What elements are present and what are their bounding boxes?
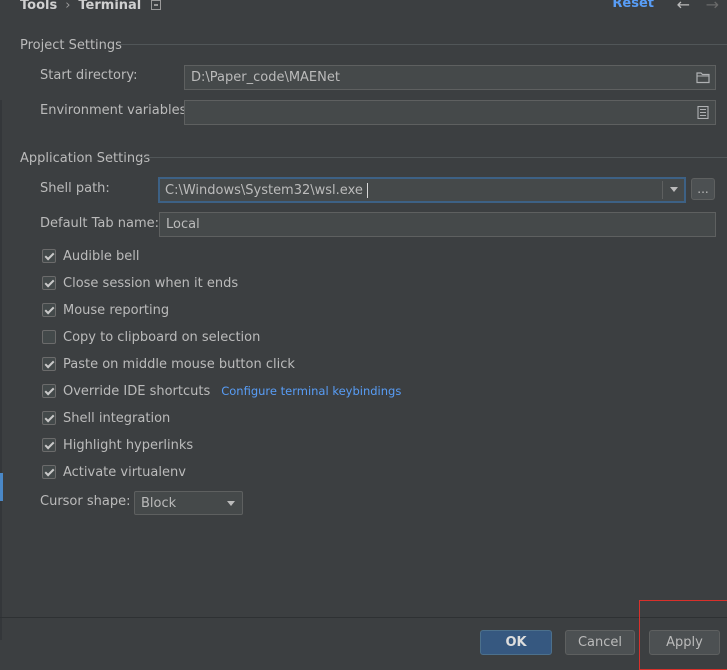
- default-tab-value: Local: [166, 217, 200, 232]
- forward-arrow-icon[interactable]: →: [706, 0, 719, 14]
- checkbox-icon[interactable]: [42, 357, 56, 371]
- cancel-button[interactable]: Cancel: [565, 630, 635, 655]
- checkbox-icon[interactable]: [42, 411, 56, 425]
- checkbox-label: Shell integration: [63, 410, 171, 426]
- checkbox-label: Audible bell: [63, 248, 140, 264]
- edit-list-icon[interactable]: [696, 106, 710, 119]
- browse-button[interactable]: ...: [691, 178, 715, 200]
- checkbox-override-ide-shortcuts[interactable]: Override IDE shortcuts Configure termina…: [42, 382, 401, 400]
- checkbox-label: Copy to clipboard on selection: [63, 329, 261, 345]
- highlight-annotation-box: [639, 600, 727, 670]
- checkbox-icon[interactable]: [42, 303, 56, 317]
- ok-button[interactable]: OK: [480, 630, 552, 655]
- checkbox-highlight-hyperlinks[interactable]: Highlight hyperlinks: [42, 436, 193, 454]
- breadcrumb: Tools › Terminal: [20, 0, 162, 14]
- combobox-divider: [662, 181, 663, 199]
- chevron-down-icon[interactable]: [227, 501, 235, 506]
- checkbox-close-session[interactable]: Close session when it ends: [42, 274, 238, 292]
- checkbox-icon[interactable]: [42, 276, 56, 290]
- settings-tree-edge: [0, 100, 2, 640]
- checkbox-label: Highlight hyperlinks: [63, 437, 194, 453]
- checkbox-copy-to-clipboard[interactable]: Copy to clipboard on selection: [42, 328, 260, 346]
- breadcrumb-parent[interactable]: Tools: [20, 0, 57, 13]
- cursor-shape-select[interactable]: Block: [134, 491, 243, 515]
- checkbox-label: Activate virtualenv: [63, 464, 186, 480]
- checkbox-shell-integration[interactable]: Shell integration: [42, 409, 170, 427]
- reset-link[interactable]: Reset: [612, 0, 654, 11]
- checkbox-activate-virtualenv[interactable]: Activate virtualenv: [42, 463, 186, 481]
- checkbox-icon[interactable]: [42, 249, 56, 263]
- checkbox-label: Close session when it ends: [63, 275, 239, 291]
- application-settings-divider: [141, 157, 727, 158]
- footer-divider: [0, 617, 727, 618]
- checkbox-icon[interactable]: [42, 438, 56, 452]
- checkbox-label: Paste on middle mouse button click: [63, 356, 295, 372]
- cursor-shape-value: Block: [141, 495, 177, 511]
- selected-tree-marker: [0, 473, 3, 501]
- configure-keybindings-link[interactable]: Configure terminal keybindings: [221, 384, 401, 398]
- breadcrumb-separator-icon: ›: [65, 0, 71, 13]
- application-settings-title: Application Settings: [20, 150, 151, 166]
- start-directory-label: Start directory:: [40, 68, 138, 83]
- start-directory-value: D:\Paper_code\MAENet: [191, 70, 340, 85]
- project-scope-icon: [151, 0, 162, 10]
- checkbox-icon[interactable]: [42, 384, 56, 398]
- start-directory-field[interactable]: D:\Paper_code\MAENet: [184, 65, 716, 90]
- text-caret: [366, 182, 368, 198]
- breadcrumb-current: Terminal: [78, 0, 142, 13]
- chevron-down-icon[interactable]: [670, 187, 678, 192]
- shell-path-label: Shell path:: [40, 181, 110, 196]
- folder-icon[interactable]: [696, 71, 710, 84]
- checkbox-label: Override IDE shortcuts: [63, 383, 211, 399]
- cursor-shape-label: Cursor shape:: [40, 494, 131, 509]
- checkbox-icon[interactable]: [42, 465, 56, 479]
- checkbox-label: Mouse reporting: [63, 302, 170, 318]
- default-tab-field[interactable]: Local: [159, 212, 716, 237]
- back-arrow-icon[interactable]: ←: [677, 0, 690, 14]
- shell-path-value: C:\Windows\System32\wsl.exe: [165, 182, 363, 198]
- shell-path-combobox[interactable]: C:\Windows\System32\wsl.exe: [158, 177, 686, 203]
- checkbox-paste-middle-click[interactable]: Paste on middle mouse button click: [42, 355, 295, 373]
- checkbox-icon[interactable]: [42, 330, 56, 344]
- checkbox-mouse-reporting[interactable]: Mouse reporting: [42, 301, 169, 319]
- default-tab-label: Default Tab name:: [40, 216, 160, 231]
- env-vars-label: Environment variables:: [40, 103, 191, 118]
- project-settings-divider: [118, 44, 727, 45]
- checkbox-audible-bell[interactable]: Audible bell: [42, 247, 139, 265]
- env-vars-field[interactable]: [184, 100, 716, 125]
- project-settings-title: Project Settings: [20, 37, 122, 53]
